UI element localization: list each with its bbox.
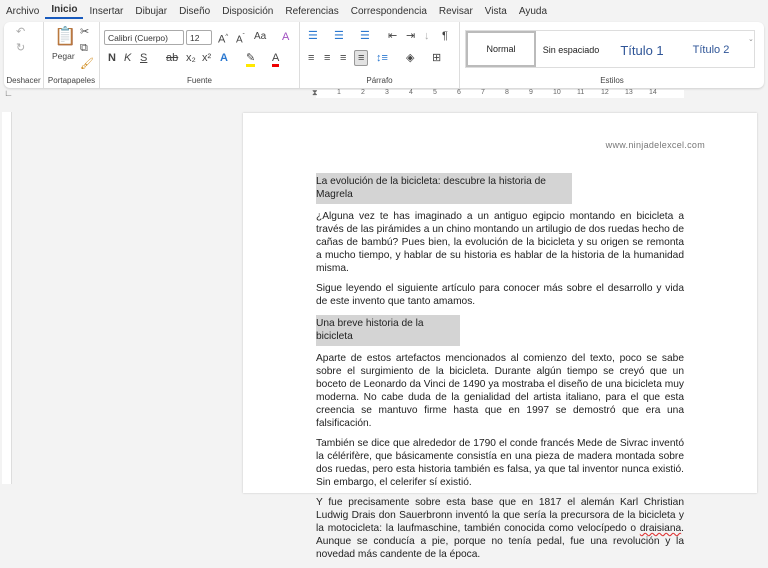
grow-font-icon[interactable]: A^: [218, 31, 228, 46]
shading-icon[interactable]: ◈: [406, 52, 414, 64]
style-titulo-2[interactable]: Título 2: [678, 32, 744, 68]
clipboard-group: 📋 Pegar ✂ ⧉ 🖌 Portapapeles: [44, 22, 100, 88]
menu-disposicion[interactable]: Disposición: [216, 6, 279, 17]
clear-format-icon[interactable]: A: [282, 31, 289, 43]
ruler-tick-label: 6: [457, 89, 461, 96]
bold-button[interactable]: N: [108, 52, 116, 64]
highlight-icon[interactable]: ✎: [246, 52, 256, 67]
ribbon: ↶ ↻ Deshacer 📋 Pegar ✂ ⧉ 🖌 Portapapeles …: [4, 22, 764, 88]
paste-button[interactable]: Pegar: [52, 50, 75, 62]
style-sin-espaciado[interactable]: Sin espaciado: [536, 32, 606, 68]
vertical-ruler[interactable]: [2, 112, 12, 484]
format-painter-icon[interactable]: 🖌: [80, 58, 94, 70]
numbering-icon[interactable]: ☰: [334, 30, 344, 42]
strikethrough-icon[interactable]: ab: [166, 52, 178, 64]
indent-marker-icon[interactable]: ⧗: [312, 88, 318, 98]
sort-icon[interactable]: ↓: [424, 30, 430, 42]
paragraph-text: Y fue precisamente sobre esta base que e…: [316, 497, 684, 534]
paragraph: ¿Alguna vez te has imaginado a un antigu…: [316, 211, 684, 274]
menu-insertar[interactable]: Insertar: [83, 6, 129, 17]
italic-button[interactable]: K: [124, 52, 131, 64]
multilevel-list-icon[interactable]: ☰: [360, 30, 370, 42]
pilcrow-icon[interactable]: ¶: [442, 30, 448, 42]
styles-group: Normal Sin espaciado Título 1 Título 2 ⌄…: [460, 22, 764, 88]
header-url: www.ninjadelexcel.com: [605, 140, 705, 150]
ruler-tick-label: 4: [409, 89, 413, 96]
styles-group-label: Estilos: [600, 76, 624, 85]
increase-indent-icon[interactable]: ⇥: [406, 30, 415, 42]
ruler-tick-label: 8: [505, 89, 509, 96]
redo-icon[interactable]: ↻: [16, 42, 25, 54]
undo-group-label: Deshacer: [6, 76, 41, 85]
document-body[interactable]: La evolución de la bicicleta: descubre l…: [316, 173, 684, 568]
ruler-tick-label: 9: [529, 89, 533, 96]
font-group: Calibri (Cuerpo) 12 A^ Aˇ Aa A N K S ab …: [100, 22, 300, 88]
menu-correspondencia[interactable]: Correspondencia: [345, 6, 433, 17]
ruler-tick-label: 2: [361, 89, 365, 96]
ruler-tick-label: 5: [433, 89, 437, 96]
paragraph: También se dice que alrededor de 1790 el…: [316, 438, 684, 488]
font-family-select[interactable]: Calibri (Cuerpo): [104, 30, 184, 45]
text-effects-icon[interactable]: A: [220, 52, 228, 64]
paragraph-group: ☰ ☰ ☰ ⇤ ⇥ ↓ ¶ ≡ ≡ ≡ ≡ ↕≡ ◈ ⊞ Párrafo: [300, 22, 460, 88]
menu-revisar[interactable]: Revisar: [433, 6, 479, 17]
menu-bar: Archivo Inicio Insertar Dibujar Diseño D…: [0, 0, 768, 22]
font-color-icon[interactable]: A: [272, 52, 280, 67]
align-center-icon[interactable]: ≡: [324, 52, 330, 64]
ruler-tick-label: 3: [385, 89, 389, 96]
ruler-tick-label: 1: [337, 89, 341, 96]
undo-icon[interactable]: ↶: [16, 26, 25, 38]
align-right-icon[interactable]: ≡: [340, 52, 346, 64]
ruler-tick-label: 14: [649, 89, 657, 96]
shrink-font-icon[interactable]: Aˇ: [236, 31, 245, 46]
ruler-tick-label: 10: [553, 89, 561, 96]
paragraph: Sigue leyendo el siguiente artículo para…: [316, 283, 684, 307]
line-spacing-icon[interactable]: ↕≡: [376, 52, 388, 64]
ruler-tick-label: 13: [625, 89, 633, 96]
cut-icon[interactable]: ✂: [80, 26, 89, 38]
justify-icon[interactable]: ≡: [354, 50, 369, 66]
clipboard-label: Portapapeles: [47, 76, 96, 85]
underline-button[interactable]: S: [140, 52, 147, 64]
menu-inicio[interactable]: Inicio: [45, 4, 84, 19]
paste-icon[interactable]: 📋: [54, 26, 76, 46]
font-group-label: Fuente: [187, 76, 212, 85]
tab-selector-icon[interactable]: ∟: [4, 88, 13, 98]
ruler-tick-label: 7: [481, 89, 485, 96]
menu-vista[interactable]: Vista: [479, 6, 513, 17]
menu-dibujar[interactable]: Dibujar: [129, 6, 173, 17]
horizontal-ruler[interactable]: ∟ ⧗ 1 2 3 4 5 6 7 8 9 10 11 12 13 14: [0, 88, 768, 100]
change-case-button[interactable]: Aa: [254, 31, 266, 43]
superscript-icon[interactable]: x²: [202, 52, 211, 64]
style-normal[interactable]: Normal: [466, 31, 536, 67]
menu-ayuda[interactable]: Ayuda: [513, 6, 553, 17]
document-title: La evolución de la bicicleta: descubre l…: [316, 173, 572, 204]
ruler-tick-label: 12: [601, 89, 609, 96]
align-left-icon[interactable]: ≡: [308, 52, 314, 64]
bullets-icon[interactable]: ☰: [308, 30, 318, 42]
menu-diseno[interactable]: Diseño: [173, 6, 216, 17]
style-titulo-1[interactable]: Título 1: [606, 32, 678, 68]
font-size-select[interactable]: 12: [186, 30, 212, 45]
paragraph-group-label: Párrafo: [366, 76, 393, 85]
section-heading: Una breve historia de la bicicleta: [316, 315, 460, 346]
styles-more-icon[interactable]: ⌄: [748, 34, 754, 46]
menu-referencias[interactable]: Referencias: [279, 6, 344, 17]
paragraph: Aparte de estos artefactos mencionados a…: [316, 353, 684, 429]
decrease-indent-icon[interactable]: ⇤: [388, 30, 397, 42]
ruler-tick-label: 11: [577, 89, 585, 96]
menu-archivo[interactable]: Archivo: [0, 6, 45, 17]
document-page[interactable]: www.ninjadelexcel.com La evolución de la…: [243, 113, 757, 560]
borders-icon[interactable]: ⊞: [432, 52, 441, 64]
paragraph: Y fue precisamente sobre esta base que e…: [316, 496, 684, 561]
copy-icon[interactable]: ⧉: [80, 42, 88, 54]
undo-group: ↶ ↻ Deshacer: [4, 22, 44, 88]
spelling-error-word[interactable]: draisiana: [640, 523, 681, 534]
subscript-icon[interactable]: x₂: [186, 52, 196, 64]
